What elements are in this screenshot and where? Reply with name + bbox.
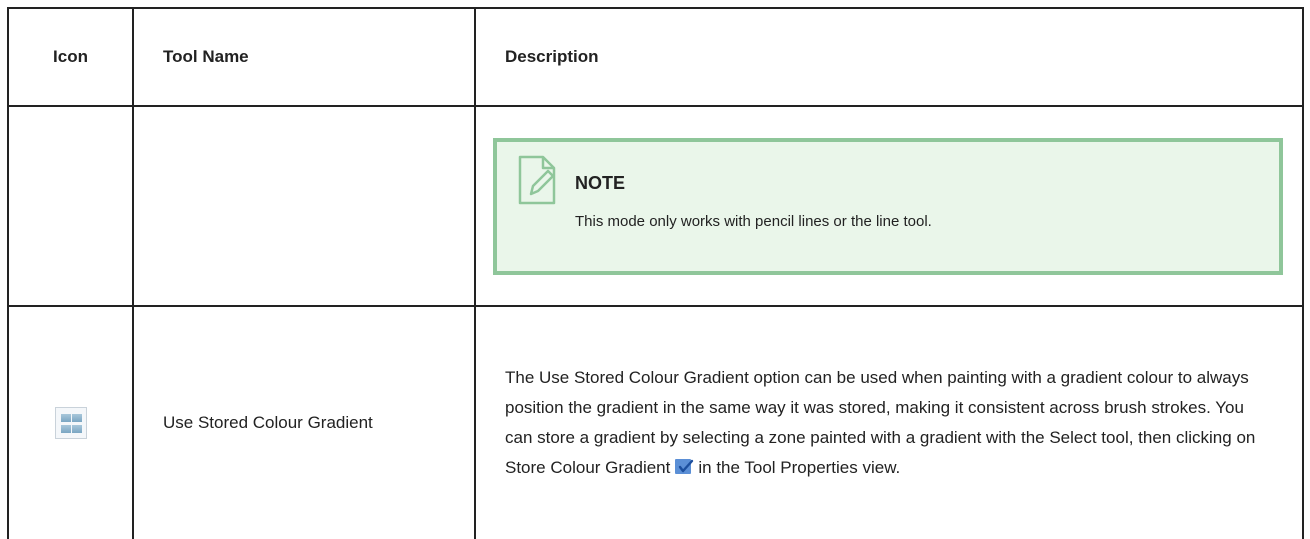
tool-name-cell: Use Stored Colour Gradient xyxy=(132,305,476,539)
use-stored-colour-gradient-icon xyxy=(54,407,87,439)
table-header-row: Icon Tool Name Description xyxy=(7,7,1304,107)
header-description: Description xyxy=(474,7,1304,107)
description-text-end: in the Tool Properties view. xyxy=(698,458,901,477)
store-colour-gradient-icon xyxy=(675,459,694,474)
header-icon: Icon xyxy=(7,7,134,107)
note-text: This mode only works with pencil lines o… xyxy=(575,212,932,230)
tool-table-wrapper: Icon Tool Name Description NOTE This mod… xyxy=(0,0,1310,539)
description-cell: The Use Stored Colour Gradient option ca… xyxy=(474,305,1304,539)
note-cell: NOTE This mode only works with pencil li… xyxy=(474,105,1304,307)
icon-cell xyxy=(7,305,134,539)
note-callout: NOTE This mode only works with pencil li… xyxy=(493,137,1283,275)
empty-icon-cell xyxy=(7,105,134,307)
note-document-icon xyxy=(518,155,556,204)
empty-name-cell xyxy=(132,105,476,307)
table-row: Use Stored Colour Gradient The Use Store… xyxy=(7,305,1304,539)
tool-table: Icon Tool Name Description NOTE This mod… xyxy=(7,7,1304,539)
note-title: NOTE xyxy=(575,172,626,193)
header-tool-name: Tool Name xyxy=(132,7,476,107)
table-row: NOTE This mode only works with pencil li… xyxy=(7,105,1304,307)
